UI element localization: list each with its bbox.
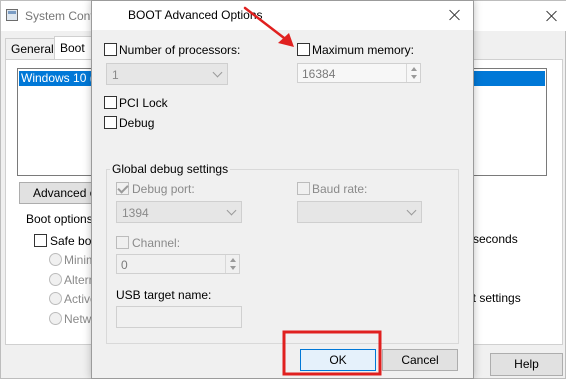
ok-highlight-box (282, 330, 382, 376)
red-arrow-annotation (243, 6, 294, 47)
annotation-overlay (243, 6, 382, 376)
